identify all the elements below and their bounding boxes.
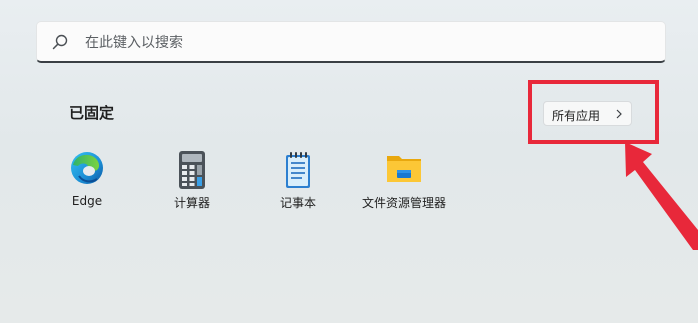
search-input[interactable]	[83, 30, 647, 56]
app-tile-edge[interactable]: Edge	[37, 150, 137, 218]
app-tile-file-explorer[interactable]: 文件资源管理器	[354, 150, 454, 218]
highlight-box	[528, 80, 659, 144]
search-icon	[52, 34, 68, 50]
file-explorer-icon	[387, 156, 421, 182]
edge-icon	[71, 152, 103, 184]
app-label-file-explorer: 文件资源管理器	[361, 196, 446, 210]
app-tile-calculator[interactable]: 计算器	[142, 150, 242, 218]
app-tile-notepad[interactable]: 记事本	[248, 150, 348, 218]
notepad-icon	[286, 152, 310, 188]
annotation-arrow-icon	[625, 142, 698, 250]
app-label-notepad: 记事本	[279, 196, 316, 210]
search-bar[interactable]	[36, 21, 666, 63]
app-label-edge: Edge	[71, 194, 103, 208]
pinned-section-title: 已固定	[69, 104, 115, 122]
app-label-calculator: 计算器	[173, 196, 210, 210]
calculator-icon	[179, 151, 205, 189]
